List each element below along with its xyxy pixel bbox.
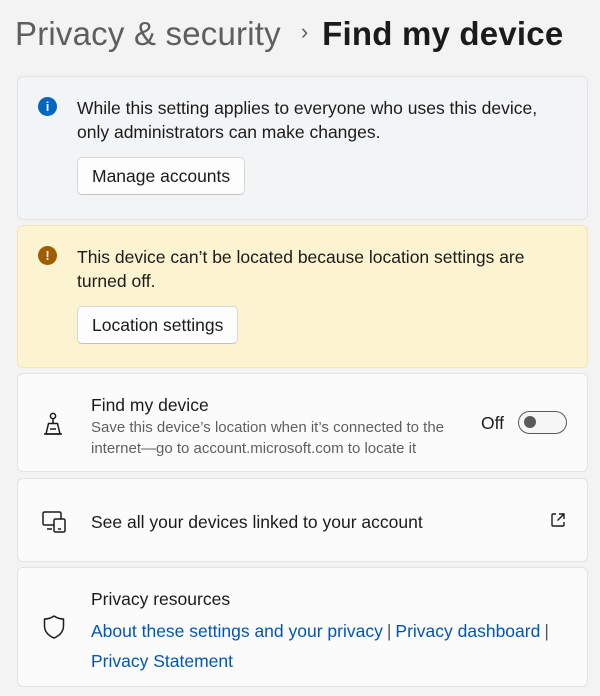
warning-icon: ! xyxy=(38,246,57,265)
admin-info-bar: i While this setting applies to everyone… xyxy=(17,76,588,220)
linked-devices-row[interactable]: See all your devices linked to your acco… xyxy=(17,478,588,562)
toggle-state-label: Off xyxy=(480,413,504,433)
breadcrumb: Privacy & security › Find my device xyxy=(15,8,590,60)
info-icon: i xyxy=(38,97,57,116)
privacy-links: About these settings and your privacy | Pr… xyxy=(91,616,567,676)
linked-devices-label: See all your devices linked to your acco… xyxy=(91,512,423,532)
warning-message: This device can’t be located because loc… xyxy=(77,247,525,291)
privacy-dashboard-link[interactable]: Privacy dashboard xyxy=(395,621,540,641)
find-my-device-toggle[interactable] xyxy=(518,411,567,434)
breadcrumb-parent-link[interactable]: Privacy & security xyxy=(15,15,281,53)
toggle-knob xyxy=(524,416,536,428)
link-separator: | xyxy=(386,621,392,641)
page-title: Find my device xyxy=(322,15,564,52)
find-my-device-description: Save this device’s location when it’s co… xyxy=(91,419,444,457)
devices-icon xyxy=(42,511,66,533)
location-settings-button[interactable]: Location settings xyxy=(77,306,239,344)
privacy-statement-link[interactable]: Privacy Statement xyxy=(91,651,233,671)
find-device-icon xyxy=(44,412,62,435)
location-warning-bar: ! This device can’t be located because l… xyxy=(17,225,588,368)
privacy-resources-title: Privacy resources xyxy=(91,589,231,609)
chevron-right-icon: › xyxy=(300,19,309,44)
find-my-device-title: Find my device xyxy=(91,395,209,415)
about-settings-privacy-link[interactable]: About these settings and your privacy xyxy=(91,621,383,641)
info-message: While this setting applies to everyone w… xyxy=(77,98,538,142)
link-separator: | xyxy=(544,621,549,641)
open-external-icon xyxy=(551,513,565,527)
privacy-resources-panel: Privacy resources About these settings a… xyxy=(17,567,588,687)
find-my-device-setting: Find my device Save this device’s locati… xyxy=(17,373,588,472)
manage-accounts-button[interactable]: Manage accounts xyxy=(77,157,246,195)
shield-icon xyxy=(43,615,65,639)
